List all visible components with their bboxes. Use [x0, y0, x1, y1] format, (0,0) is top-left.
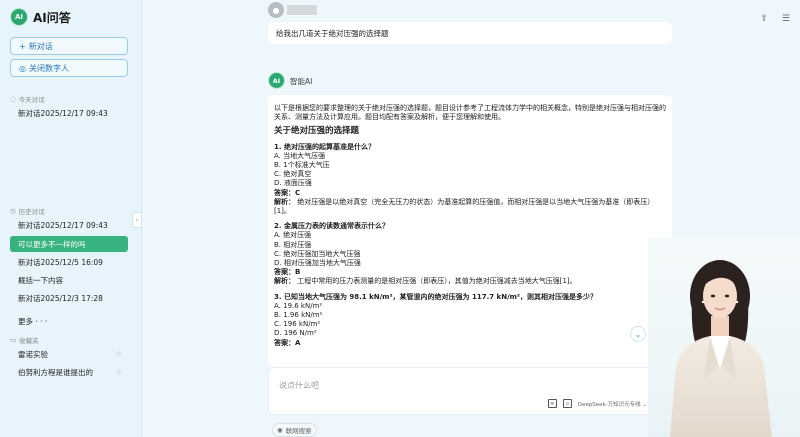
analysis-label: 解析：: [274, 197, 295, 206]
history-section-label: ◷ 历史对话: [10, 206, 45, 216]
history-label-text: 历史对话: [18, 208, 45, 216]
chat-input[interactable]: 说点什么吧: [279, 380, 319, 391]
question-option: C. 196 kN/m²: [274, 320, 321, 329]
question-option: B. 1.96 kN/m²: [274, 311, 323, 320]
app-logo: AI AI问答: [10, 8, 71, 26]
ai-name: 智能AI: [290, 77, 313, 86]
question-title: 3. 已知当地大气压强为 98.1 kN/m²，某管道内的绝对压强为 117.7…: [274, 292, 597, 301]
digital-human-icon: ◎: [19, 63, 26, 73]
favorite-item[interactable]: 雷诺实验 ☆: [10, 346, 128, 362]
history-icon: ◷: [10, 207, 16, 215]
today-section-label: ◌ 今天对话: [10, 94, 45, 104]
question-analysis: 解析： 工程中常用的压力表测量的是相对压强（即表压），其值为绝对压强减去当地大气…: [274, 277, 666, 286]
more-label: 更多 · · ·: [18, 316, 48, 326]
question-option: A. 绝对压强: [274, 231, 312, 240]
plus-icon: +: [19, 41, 26, 51]
ai-response: 以下是根据您的要求整理的关于绝对压强的选择题，题目设计参考了工程流体力学中的相关…: [268, 95, 672, 367]
answer-label: 答案：: [274, 188, 295, 197]
chevron-down-icon: ⌄: [642, 401, 647, 408]
history-item-label: 概括一下内容: [18, 275, 63, 285]
digital-human-avatar: [648, 238, 800, 437]
favorites-label-text: 收藏夹: [19, 337, 39, 345]
model-label: DeepSeek-万知识元专线: [577, 401, 641, 408]
answer-value: C: [295, 188, 301, 197]
history-item-label: 新对话2025/12/5 16:09: [18, 257, 103, 267]
history-item-active[interactable]: 可以更多不一样的吗: [10, 236, 128, 252]
question-option: C. 绝对压强加当地大气压强: [274, 249, 361, 258]
history-item-label: 新对话2025/12/17 09:43: [18, 220, 108, 230]
star-icon[interactable]: ☆: [116, 350, 122, 358]
answer-label: 答案：: [274, 338, 295, 347]
today-label-text: 今天对话: [18, 96, 45, 104]
question-answer: 答案：C: [274, 189, 666, 198]
folder-icon: ▭: [10, 336, 17, 344]
digital-human-label: 关闭数字人: [28, 63, 69, 73]
favorites-section-label: ▭ 收藏夹: [10, 335, 39, 345]
model-select[interactable]: DeepSeek-万知识元专线 ⌄: [578, 400, 647, 408]
question-option: D. 液面压强: [274, 179, 312, 188]
question-title: 2. 金属压力表的读数通常表示什么？: [274, 222, 389, 231]
top-actions: ⇪ ☰: [760, 14, 790, 24]
user-avatar: ●: [268, 2, 284, 18]
history-item-label: 可以更多不一样的吗: [18, 239, 86, 249]
favorite-item-label: 伯努利方程是谁提出的: [18, 367, 93, 377]
ai-logo-icon: AI: [10, 8, 28, 26]
image-icon[interactable]: ▫: [562, 399, 572, 408]
sidebar: AI AI问答 + 新对话 ◎ 关闭数字人 ◌ 今天对话 新对话2025/12/…: [0, 0, 142, 437]
menu-icon[interactable]: ☰: [782, 14, 790, 24]
history-item[interactable]: 新对话2025/12/3 17:28: [10, 290, 128, 306]
new-chat-button[interactable]: + 新对话: [10, 37, 128, 55]
today-chat-item[interactable]: 新对话2025/12/17 09:43: [10, 105, 128, 121]
user-name-redacted: [287, 5, 317, 15]
question-analysis: 解析： 绝对压强是以绝对真空（完全无压力的状态）为基准起算的压强值，而相对压强是…: [274, 198, 666, 216]
question-option: B. 1个标准大气压: [274, 161, 330, 170]
history-item-label: 新对话2025/12/3 17:28: [18, 293, 103, 303]
ai-avatar: AI: [268, 72, 285, 89]
question-option: D. 196 N/m²: [274, 329, 317, 338]
analysis-text: 工程中常用的压力表测量的是相对压强（即表压），其值为绝对压强减去当地大气压强[1…: [297, 277, 577, 286]
chat-bubble-icon: ◌: [10, 95, 16, 103]
ai-heading: 关于绝对压强的选择题: [274, 126, 360, 137]
history-item[interactable]: 新对话2025/12/17 09:43: [10, 217, 128, 233]
globe-icon: ◉: [277, 426, 283, 434]
today-chat-item-label: 新对话2025/12/17 09:43: [18, 108, 108, 118]
answer-value: A: [295, 338, 301, 347]
star-icon[interactable]: ☆: [116, 368, 122, 376]
document-icon[interactable]: ≡: [547, 399, 557, 408]
more-history-button[interactable]: 更多 · · ·: [10, 313, 128, 329]
question-option: A. 19.6 kN/m²: [274, 301, 323, 310]
chevron-left-icon: ‹: [135, 216, 139, 224]
question-option: C. 绝对真空: [274, 170, 312, 179]
web-search-toggle[interactable]: ◉ 联网搜索: [272, 423, 317, 437]
user-message: 给我出几道关于绝对压强的选择题: [268, 22, 672, 44]
history-item[interactable]: 概括一下内容: [10, 272, 128, 288]
analysis-label: 解析：: [274, 277, 295, 286]
answer-label: 答案：: [274, 268, 295, 277]
scroll-to-bottom-button[interactable]: ⌄: [630, 326, 646, 342]
favorite-item-label: 雷诺实验: [18, 349, 48, 359]
input-tools: ≡ ▫ DeepSeek-万知识元专线 ⌄: [547, 399, 647, 408]
history-item[interactable]: 新对话2025/12/5 16:09: [10, 254, 128, 270]
question-title: 1. 绝对压强的起算基准是什么？: [274, 142, 375, 151]
analysis-text: 绝对压强是以绝对真空（完全无压力的状态）为基准起算的压强值，而相对压强是以当地大…: [274, 197, 655, 216]
chevron-down-icon: ⌄: [634, 329, 642, 339]
question-option: B. 相对压强: [274, 240, 312, 249]
answer-value: B: [295, 268, 301, 277]
new-chat-label: 新对话: [28, 41, 53, 51]
chat-input-box[interactable]: 说点什么吧 ≡ ▫ DeepSeek-万知识元专线 ⌄: [268, 367, 672, 415]
favorite-item[interactable]: 伯努利方程是谁提出的 ☆: [10, 364, 128, 380]
ai-intro: 以下是根据您的要求整理的关于绝对压强的选择题，题目设计参考了工程流体力学中的相关…: [274, 104, 666, 122]
user-icon: ●: [272, 5, 280, 15]
question-answer: 答案：A: [274, 339, 666, 348]
share-icon[interactable]: ⇪: [760, 14, 768, 24]
app-title: AI问答: [33, 10, 71, 25]
question-option: A. 当地大气压强: [274, 151, 326, 160]
collapse-sidebar-button[interactable]: ‹: [132, 212, 142, 228]
web-search-label: 联网搜索: [285, 427, 312, 435]
digital-human-illustration: [670, 260, 772, 437]
question-option: D. 相对压强加当地大气压强: [274, 259, 361, 268]
toggle-digital-human-button[interactable]: ◎ 关闭数字人: [10, 59, 128, 77]
